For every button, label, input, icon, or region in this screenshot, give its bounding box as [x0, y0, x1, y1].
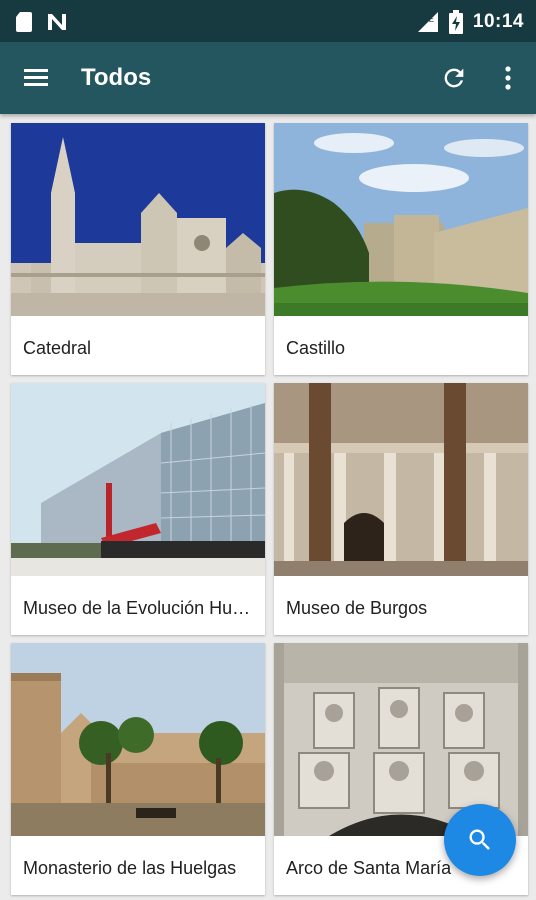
battery-charging-icon: [448, 10, 463, 34]
place-photo: [11, 643, 265, 836]
places-grid: Catedral Castillo Museo de la Evolución …: [0, 114, 536, 900]
page-title: Todos: [81, 64, 152, 91]
place-card-museo-burgos[interactable]: Museo de Burgos: [274, 383, 528, 635]
place-photo: [11, 123, 265, 316]
place-photo: [11, 383, 265, 576]
n-notification-icon: [48, 14, 66, 30]
refresh-button[interactable]: [440, 64, 468, 92]
signal-icon: LTE: [417, 12, 438, 32]
place-name: Castillo: [286, 338, 346, 358]
place-name: Museo de la Evolución Humana: [23, 598, 259, 618]
place-card-catedral[interactable]: Catedral: [11, 123, 265, 375]
overflow-menu-button[interactable]: [498, 64, 518, 92]
place-name: Monasterio de las Huelgas: [23, 858, 237, 878]
clock: 10:14: [472, 11, 524, 32]
search-fab[interactable]: [444, 804, 516, 876]
refresh-icon: [444, 68, 464, 88]
sd-card-icon: [16, 12, 32, 32]
place-name: Catedral: [23, 338, 92, 358]
svg-text:LTE: LTE: [420, 15, 434, 24]
menu-icon: [24, 69, 48, 86]
status-bar: LTE 10:14: [0, 0, 536, 42]
place-card-monasterio-huelgas[interactable]: Monasterio de las Huelgas: [11, 643, 265, 895]
more-vert-icon: [505, 66, 511, 90]
app-bar: Todos: [0, 42, 536, 114]
place-photo: [274, 383, 528, 576]
place-photo: [274, 123, 528, 316]
search-icon: [469, 829, 490, 850]
place-card-museo-evolucion[interactable]: Museo de la Evolución Humana: [11, 383, 265, 635]
place-card-castillo[interactable]: Castillo: [274, 123, 528, 375]
menu-button[interactable]: [22, 64, 52, 92]
place-name: Museo de Burgos: [286, 598, 428, 618]
